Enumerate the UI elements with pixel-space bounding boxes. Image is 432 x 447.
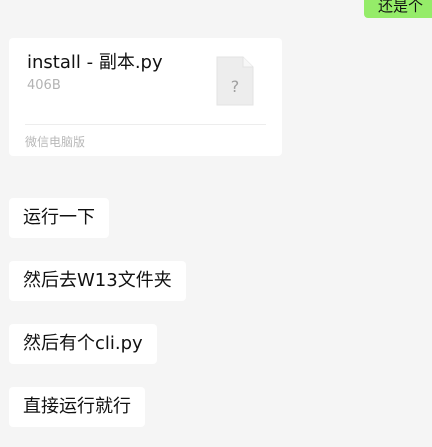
chat-window: 还是个 install - 副本.py 406B ? 微信电脑版 运行一下 然后… [0,0,432,447]
message-bubble[interactable]: 运行一下 [9,198,109,238]
file-message-card[interactable]: install - 副本.py 406B ? 微信电脑版 [9,38,282,156]
outgoing-message-bubble[interactable]: 还是个 [364,0,432,18]
message-bubble[interactable]: 然后去W13文件夹 [9,261,186,301]
file-source-label: 微信电脑版 [25,135,86,149]
file-name: install - 副本.py [27,52,163,73]
outgoing-message-text: 还是个 [378,0,424,15]
message-text: 运行一下 [23,207,95,228]
message-text: 直接运行就行 [23,396,131,417]
message-text: 然后有个cli.py [23,333,143,354]
message-text: 然后去W13文件夹 [23,270,172,291]
message-bubble[interactable]: 然后有个cli.py [9,324,157,364]
file-size: 406B [27,78,61,93]
unknown-file-icon: ? [216,56,254,106]
message-bubble[interactable]: 直接运行就行 [9,387,145,427]
file-icon-glyph: ? [231,77,240,96]
file-card-divider [25,124,266,125]
